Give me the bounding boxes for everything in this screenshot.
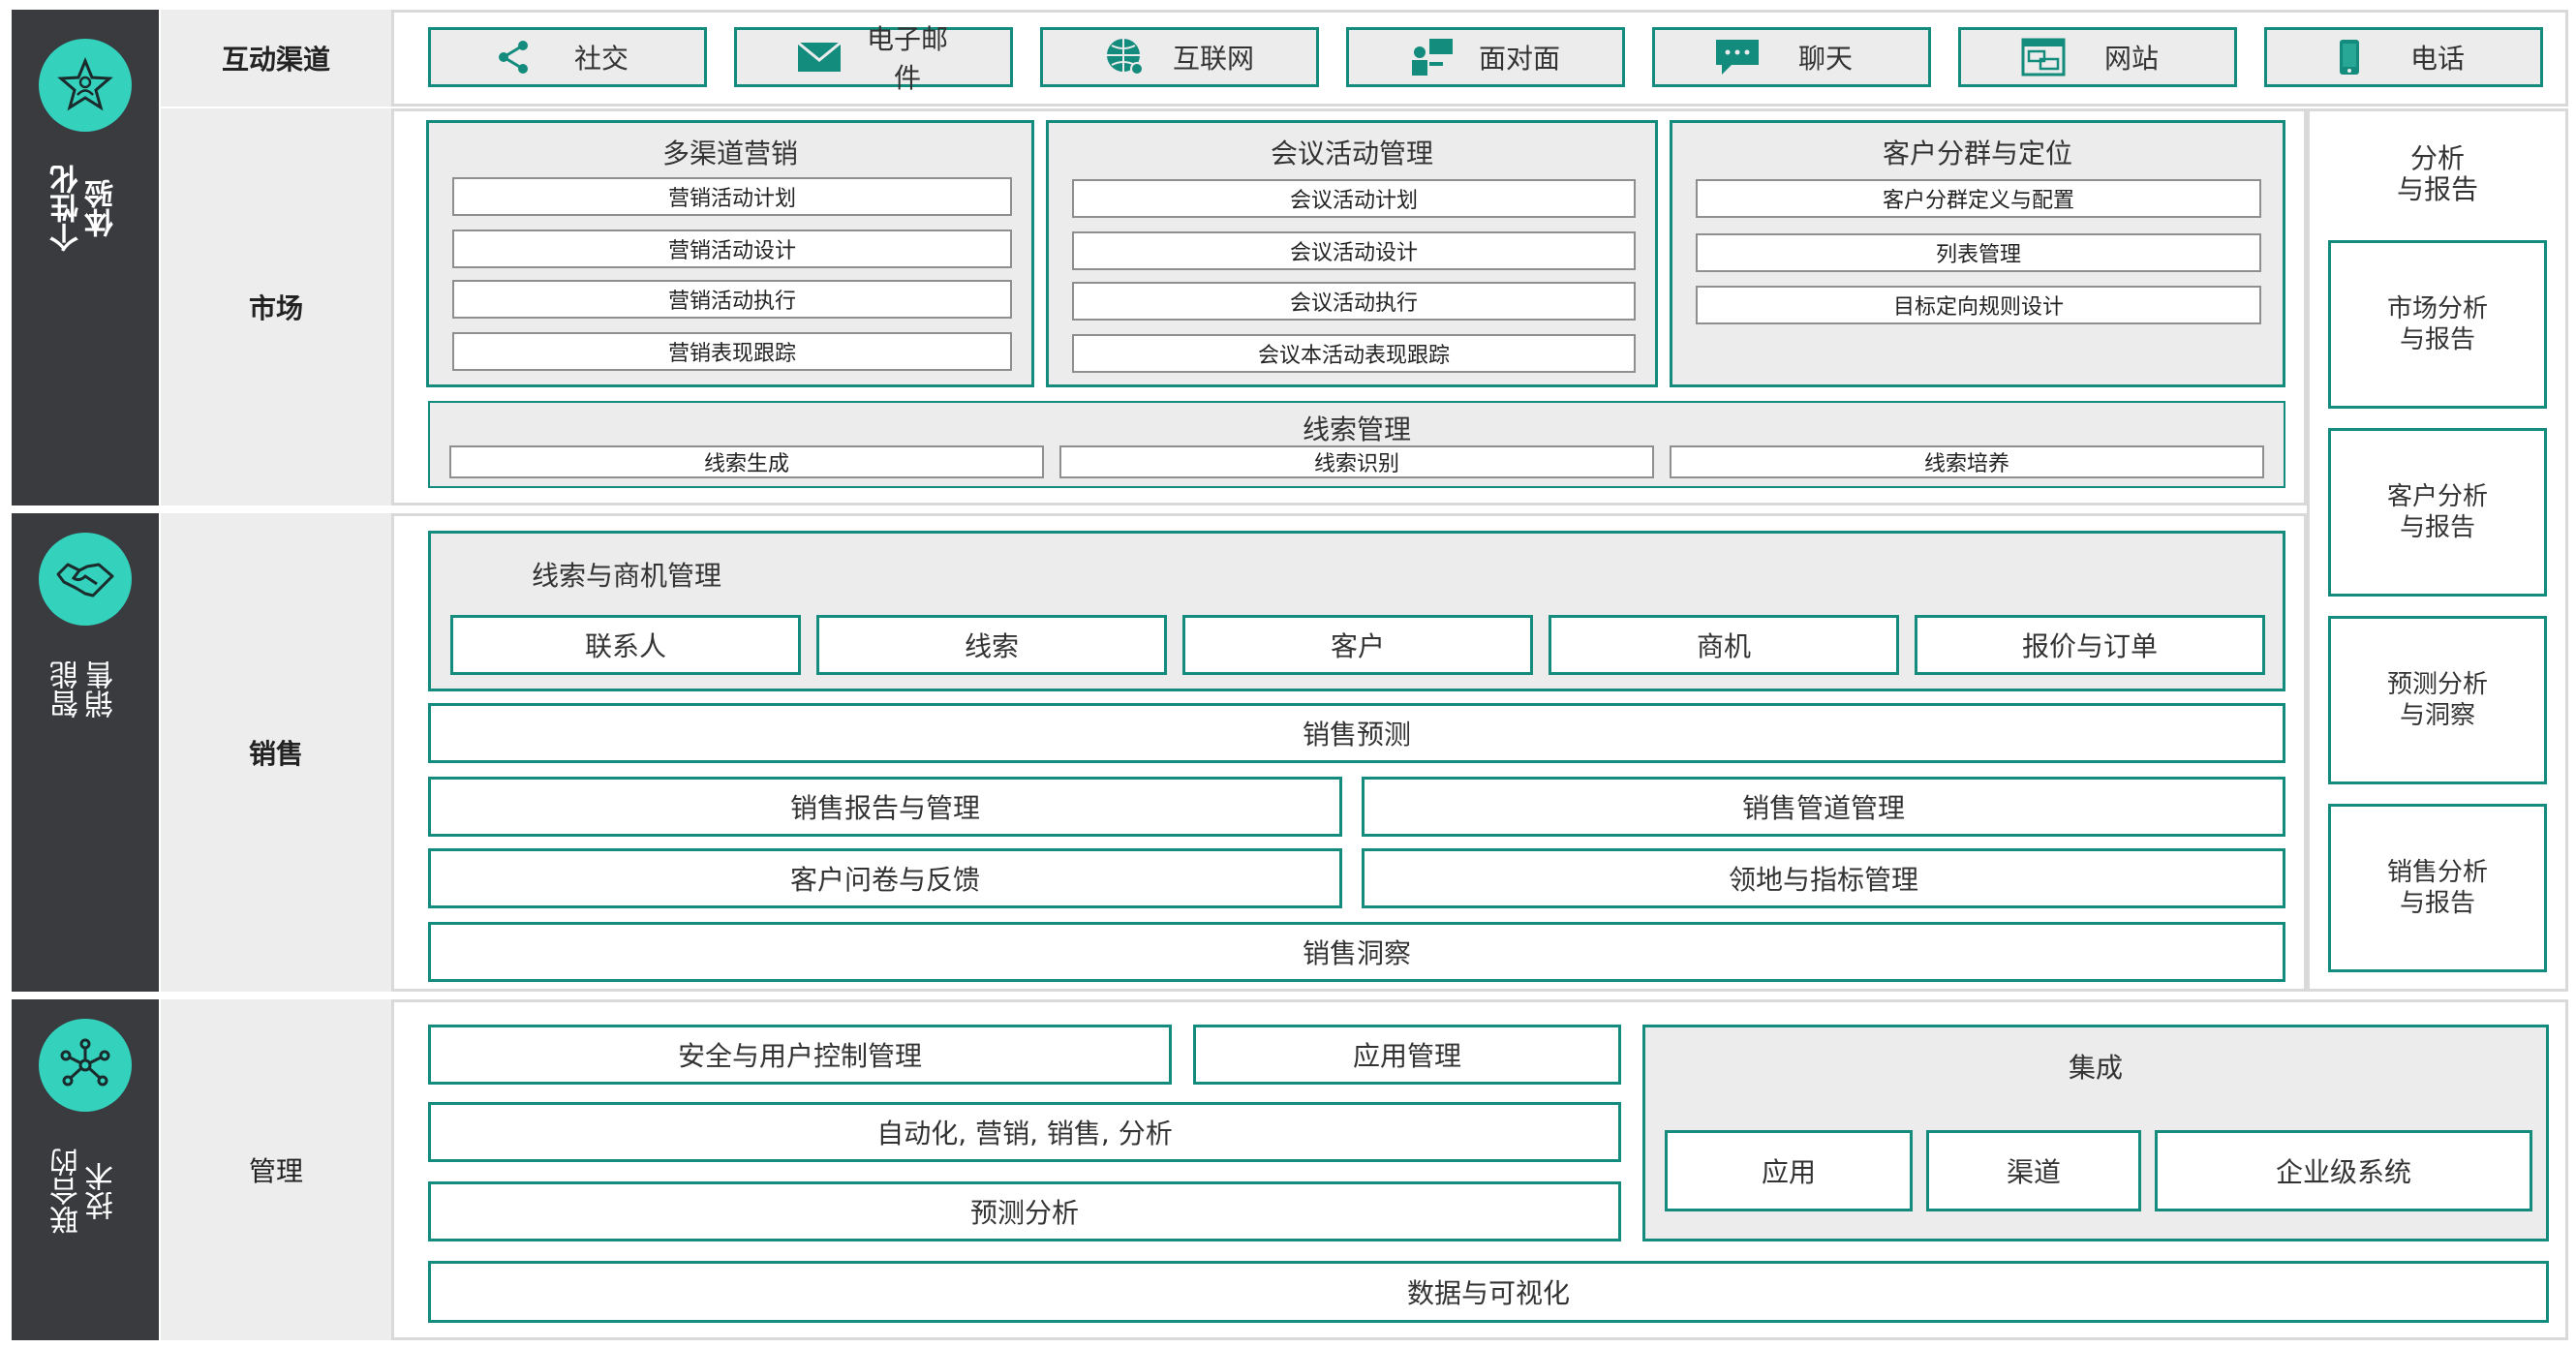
item-integration-apps[interactable]: 应用	[1665, 1130, 1913, 1211]
sales-report-management[interactable]: 销售报告与管理	[428, 777, 1342, 837]
meeting-icon	[1412, 39, 1453, 76]
group-title: 集成	[2068, 1052, 2123, 1084]
item-event-design[interactable]: 会议活动设计	[1072, 231, 1636, 270]
item-event-plan[interactable]: 会议活动计划	[1072, 179, 1636, 218]
item-lead-generate[interactable]: 线索生成	[449, 445, 1044, 478]
sales-insight[interactable]: 销售洞察	[428, 922, 2285, 982]
group-event-management: 会议活动管理 会议活动计划 会议活动设计 会议活动执行 会议本活动表现跟踪	[1046, 120, 1658, 387]
globe-icon	[1107, 39, 1144, 76]
mgmt-app-management[interactable]: 应用管理	[1193, 1025, 1621, 1085]
mgmt-automation[interactable]: 自动化, 营销, 销售, 分析	[428, 1102, 1621, 1162]
chat-icon	[1716, 40, 1759, 75]
channel-label: 互联网	[1172, 43, 1254, 75]
item-event-track[interactable]: 会议本活动表现跟踪	[1072, 334, 1636, 373]
item-integration-enterprise[interactable]: 企业级系统	[2155, 1130, 2532, 1211]
channel-phone[interactable]: 电话	[2264, 27, 2543, 87]
analytics-customer[interactable]: 客户分析 与报告	[2328, 428, 2547, 597]
band-label-personalized: 个性化 体验	[50, 165, 119, 252]
channel-label: 电子邮件	[866, 23, 948, 94]
band-label-smart-sales: 智能 销售	[50, 660, 119, 719]
analytics-title: 分析 与报告	[2396, 142, 2478, 205]
item-opportunities[interactable]: 商机	[1549, 615, 1899, 675]
analytics-predictive[interactable]: 预测分析 与洞察	[2328, 616, 2547, 784]
item-campaign-execute[interactable]: 营销活动执行	[452, 280, 1012, 319]
channel-label: 聊天	[1797, 43, 1853, 75]
group-customer-segmentation: 客户分群与定位 客户分群定义与配置 列表管理 目标定向规则设计	[1670, 120, 2285, 387]
phone-icon	[2340, 40, 2359, 75]
star-badge-icon	[57, 57, 113, 111]
row-label-sales: 销售	[161, 513, 391, 992]
group-integration: 集成 应用 渠道 企业级系统	[1642, 1025, 2549, 1241]
group-title: 线索管理	[1302, 414, 1411, 445]
share-icon	[499, 41, 528, 74]
band-circle	[39, 1019, 132, 1112]
sales-territory-quota[interactable]: 领地与指标管理	[1362, 848, 2285, 908]
channel-internet[interactable]: 互联网	[1040, 27, 1319, 87]
item-campaign-design[interactable]: 营销活动设计	[452, 230, 1012, 268]
row-label-channels: 互动渠道	[161, 10, 391, 107]
channel-website[interactable]: 网站	[1958, 27, 2237, 87]
item-lead-nurture[interactable]: 线索培养	[1670, 445, 2264, 478]
item-quotes-orders[interactable]: 报价与订单	[1915, 615, 2265, 675]
item-leads[interactable]: 线索	[816, 615, 1167, 675]
group-lead-management: 线索管理 线索生成 线索识别 线索培养	[428, 401, 2285, 488]
group-title: 线索与商机管理	[532, 560, 722, 592]
group-title: 多渠道营销	[661, 138, 798, 169]
item-lead-identify[interactable]: 线索识别	[1059, 445, 1654, 478]
website-icon	[2021, 38, 2066, 77]
item-campaign-plan[interactable]: 营销活动计划	[452, 177, 1012, 216]
channel-email[interactable]: 电子邮件	[734, 23, 1013, 94]
analytics-market[interactable]: 市场分析 与报告	[2328, 240, 2547, 409]
mgmt-predictive[interactable]: 预测分析	[428, 1181, 1621, 1241]
sales-survey-feedback[interactable]: 客户问卷与反馈	[428, 848, 1342, 908]
channel-social[interactable]: 社交	[428, 27, 707, 87]
item-campaign-track[interactable]: 营销表现跟踪	[452, 332, 1012, 371]
group-title: 客户分群与定位	[1882, 138, 2072, 169]
item-integration-channels[interactable]: 渠道	[1926, 1130, 2141, 1211]
mgmt-security[interactable]: 安全与用户控制管理	[428, 1025, 1172, 1085]
item-contacts[interactable]: 联系人	[450, 615, 801, 675]
band-circle	[39, 39, 132, 132]
band-circle	[39, 533, 132, 626]
item-accounts[interactable]: 客户	[1182, 615, 1533, 675]
envelope-icon	[797, 41, 842, 72]
group-multichannel-marketing: 多渠道营销 营销活动计划 营销活动设计 营销活动执行 营销表现跟踪	[426, 120, 1034, 387]
sales-pipeline-management[interactable]: 销售管道管理	[1362, 777, 2285, 837]
channel-chat[interactable]: 聊天	[1652, 27, 1931, 87]
channel-face-to-face[interactable]: 面对面	[1346, 27, 1625, 87]
item-segment-define[interactable]: 客户分群定义与配置	[1696, 179, 2261, 218]
sales-forecast[interactable]: 销售预测	[428, 703, 2285, 763]
item-list-management[interactable]: 列表管理	[1696, 233, 2261, 272]
group-title: 会议活动管理	[1270, 138, 1433, 169]
mgmt-data-visualization[interactable]: 数据与可视化	[428, 1261, 2549, 1323]
channel-label: 网站	[2103, 43, 2159, 75]
row-label-management: 管理	[161, 999, 391, 1340]
item-targeting-rules[interactable]: 目标定向规则设计	[1696, 286, 2261, 324]
handshake-icon	[56, 563, 114, 597]
group-lead-opportunity: 线索与商机管理 联系人 线索 客户 商机 报价与订单	[428, 531, 2285, 691]
network-icon	[60, 1038, 110, 1087]
item-event-execute[interactable]: 会议活动执行	[1072, 282, 1636, 321]
analytics-sales[interactable]: 销售分析 与报告	[2328, 804, 2547, 972]
channel-label: 面对面	[1478, 43, 1560, 75]
row-label-market: 市场	[161, 108, 391, 506]
channel-label: 电话	[2409, 43, 2465, 75]
channel-label: 社交	[573, 43, 629, 75]
band-label-united-tech: 联合的 技术	[50, 1148, 119, 1235]
